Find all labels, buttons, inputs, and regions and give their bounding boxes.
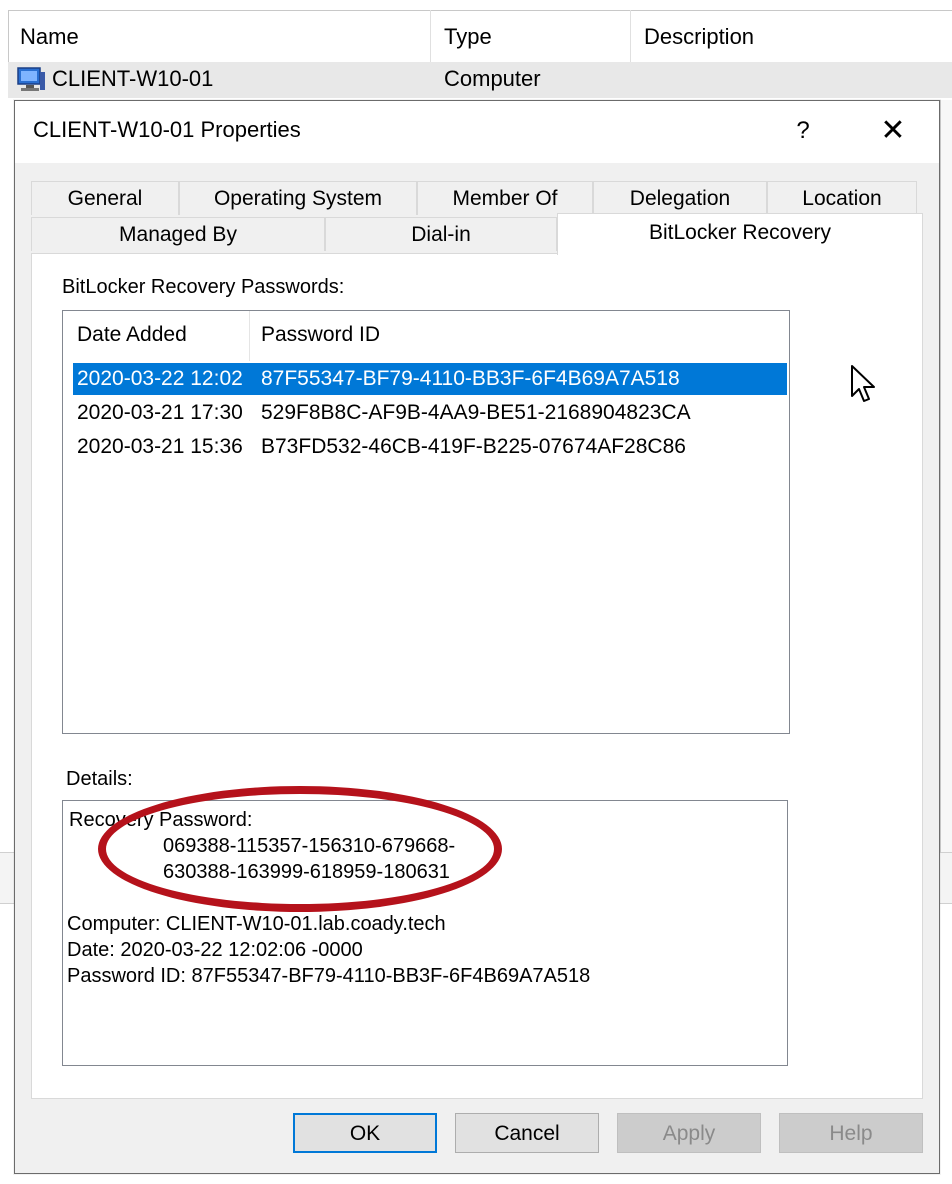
- help-button[interactable]: Help: [779, 1113, 923, 1153]
- details-textbox[interactable]: Recovery Password: 069388-115357-156310-…: [62, 800, 788, 1066]
- computer-line: Computer: CLIENT-W10-01.lab.coady.tech: [67, 913, 446, 935]
- column-type[interactable]: Type: [444, 24, 492, 50]
- tab-delegation[interactable]: Delegation: [593, 181, 767, 215]
- tab-general[interactable]: General: [31, 181, 179, 215]
- date-added: 2020-03-21 15:36: [77, 435, 243, 458]
- column-description[interactable]: Description: [644, 24, 754, 50]
- ok-button[interactable]: OK: [293, 1113, 437, 1153]
- tab-bitlocker-recovery[interactable]: BitLocker Recovery: [557, 213, 923, 255]
- tab-managed-by[interactable]: Managed By: [31, 217, 325, 251]
- column-password-id[interactable]: Password ID: [261, 323, 380, 347]
- recovery-password-label: Recovery Password:: [69, 809, 253, 831]
- tab-location[interactable]: Location: [767, 181, 917, 215]
- recovery-passwords-list[interactable]: Date Added Password ID 2020-03-22 12:02 …: [62, 310, 790, 734]
- mouse-cursor-icon: [851, 365, 875, 402]
- date-added: 2020-03-21 17:30: [77, 401, 243, 424]
- tab-dial-in[interactable]: Dial-in: [325, 217, 557, 251]
- date-added: 2020-03-22 12:02: [77, 367, 243, 390]
- dialog-title: CLIENT-W10-01 Properties: [33, 117, 301, 142]
- recovery-password-line1: 069388-115357-156310-679668-: [163, 835, 456, 857]
- column-separator: [430, 10, 431, 62]
- apply-button[interactable]: Apply: [617, 1113, 761, 1153]
- cancel-button[interactable]: Cancel: [455, 1113, 599, 1153]
- computer-type: Computer: [444, 66, 541, 91]
- password-id: 87F55347-BF79-4110-BB3F-6F4B69A7A518: [261, 367, 680, 390]
- list-item[interactable]: 2020-03-22 12:02 87F55347-BF79-4110-BB3F…: [73, 363, 787, 395]
- column-date-added[interactable]: Date Added: [77, 323, 187, 347]
- date-line: Date: 2020-03-22 12:02:06 -0000: [67, 939, 363, 961]
- list-item[interactable]: 2020-03-21 15:36 B73FD532-46CB-419F-B225…: [73, 431, 787, 463]
- tab-operating-system[interactable]: Operating System: [179, 181, 417, 215]
- computer-name: CLIENT-W10-01: [52, 66, 214, 91]
- tab-member-of[interactable]: Member Of: [417, 181, 593, 215]
- list-item[interactable]: 2020-03-21 17:30 529F8B8C-AF9B-4AA9-BE51…: [73, 397, 787, 429]
- column-name[interactable]: Name: [20, 24, 79, 50]
- passwords-label: BitLocker Recovery Passwords:: [62, 276, 345, 298]
- recovery-password-line2: 630388-163999-618959-180631: [163, 861, 450, 883]
- column-separator: [630, 10, 631, 62]
- list-header: Date Added Password ID: [63, 311, 789, 361]
- column-separator: [249, 311, 250, 361]
- properties-dialog: CLIENT-W10-01 Properties ? ✕ General Ope…: [14, 100, 940, 1174]
- title-bar[interactable]: CLIENT-W10-01 Properties ? ✕: [15, 101, 939, 163]
- computer-icon: [17, 67, 45, 91]
- password-id: 529F8B8C-AF9B-4AA9-BE51-2168904823CA: [261, 401, 691, 424]
- password-id: B73FD532-46CB-419F-B225-07674AF28C86: [261, 435, 686, 458]
- details-label: Details:: [66, 768, 133, 790]
- background-panel-edge: [940, 100, 952, 860]
- list-item[interactable]: CLIENT-W10-01 Computer: [8, 62, 952, 98]
- close-icon: ✕: [880, 114, 906, 147]
- close-button[interactable]: ✕: [871, 109, 915, 153]
- help-title-button[interactable]: ?: [783, 109, 823, 153]
- bitlocker-recovery-panel: BitLocker Recovery Passwords: Date Added…: [31, 253, 923, 1099]
- password-id-line: Password ID: 87F55347-BF79-4110-BB3F-6F4…: [67, 965, 591, 987]
